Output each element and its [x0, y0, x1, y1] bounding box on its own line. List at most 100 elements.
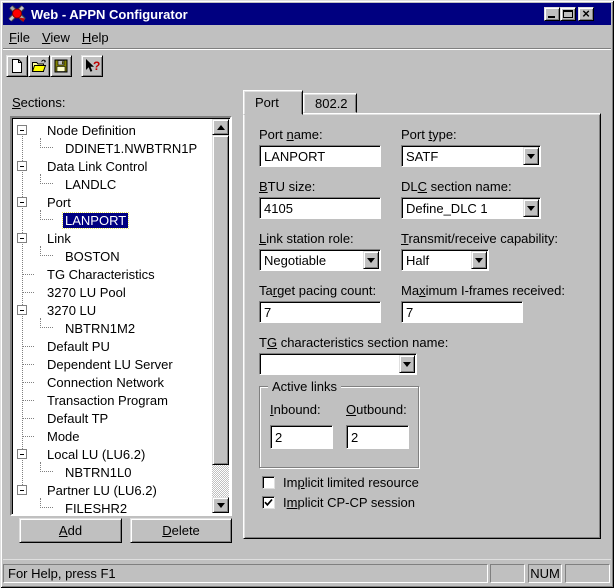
implicit-cpcp-session-checkbox[interactable] [262, 496, 275, 509]
tree-tick [22, 292, 34, 293]
dropdown-button[interactable] [471, 251, 487, 269]
tree-item-selected[interactable]: LANPORT [13, 211, 212, 229]
status-message: For Help, press F1 [3, 564, 488, 583]
save-button[interactable] [50, 55, 72, 77]
help-arrow-icon: ? [83, 58, 101, 74]
tree-tick [22, 418, 34, 419]
tree-item[interactable]: 3270 LU Pool [13, 283, 212, 301]
tree-item[interactable]: NBTRN1L0 [13, 463, 212, 481]
tg-characteristics-select[interactable] [259, 353, 417, 375]
tree-item[interactable]: Link [13, 229, 212, 247]
port-type-select[interactable]: SATF [401, 145, 541, 167]
tree-item[interactable]: Node Definition [13, 121, 212, 139]
tree-item[interactable]: LANDLC [13, 175, 212, 193]
tree-scrollbar[interactable] [212, 119, 229, 513]
tree-item[interactable]: Default TP [13, 409, 212, 427]
dlc-section-name-label: DLC section name: [401, 180, 512, 193]
outbound-input[interactable]: 2 [346, 425, 409, 449]
active-links-group: Active links Inbound: Outbound: 2 2 [259, 386, 419, 468]
tab-port[interactable]: Port [243, 90, 303, 115]
menu-view[interactable]: View [36, 27, 76, 48]
tree-item[interactable]: Mode [13, 427, 212, 445]
tree-item[interactable]: DDINET1.NWBTRN1P [13, 139, 212, 157]
context-help-button[interactable]: ? [81, 55, 103, 77]
dropdown-button[interactable] [399, 355, 415, 373]
collapse-icon[interactable] [17, 197, 27, 207]
tree-tick [22, 274, 34, 275]
collapse-icon[interactable] [17, 125, 27, 135]
open-button[interactable] [28, 55, 50, 77]
tree-item[interactable]: FILESHR2 [13, 499, 212, 513]
tree-elbow [40, 462, 53, 472]
tree-tick [22, 382, 34, 383]
collapse-icon[interactable] [17, 449, 27, 459]
tree-item[interactable]: Default PU [13, 337, 212, 355]
arrow-down-icon [367, 258, 375, 263]
port-type-label: Port type: [401, 128, 457, 141]
implicit-limited-resource-checkbox[interactable] [262, 476, 275, 489]
app-icon [7, 4, 27, 24]
scrollbar-thumb[interactable] [212, 135, 229, 465]
implicit-limited-resource-row: Implicit limited resource [262, 476, 419, 489]
arrow-down-icon [475, 258, 483, 263]
tree-item[interactable]: Transaction Program [13, 391, 212, 409]
port-name-input[interactable]: LANPORT [259, 145, 381, 167]
menu-help[interactable]: Help [76, 27, 115, 48]
tree-elbow [40, 174, 53, 184]
tree-tick [22, 436, 34, 437]
app-window: Web - APPN Configurator × File View Help [0, 0, 614, 588]
implicit-limited-resource-label: Implicit limited resource [283, 476, 419, 489]
dropdown-button[interactable] [363, 251, 379, 269]
transmit-receive-select[interactable]: Half [401, 249, 489, 271]
tree-item[interactable]: Partner LU (LU6.2) [13, 481, 212, 499]
dropdown-button[interactable] [523, 147, 539, 165]
arrow-down-icon [527, 154, 535, 159]
close-button[interactable]: × [578, 7, 594, 21]
tree-item[interactable]: Data Link Control [13, 157, 212, 175]
link-station-role-select[interactable]: Negotiable [259, 249, 381, 271]
tree-item[interactable]: Connection Network [13, 373, 212, 391]
maximize-button[interactable] [560, 7, 576, 21]
save-floppy-icon [53, 58, 69, 74]
tab-8022[interactable]: 802.2 [303, 93, 357, 113]
outbound-label: Outbound: [346, 403, 407, 416]
tree-item[interactable]: Port [13, 193, 212, 211]
menu-bar: File View Help [3, 26, 611, 49]
tree-tick [22, 346, 34, 347]
arrow-down-icon [217, 503, 225, 508]
tree-item[interactable]: Dependent LU Server [13, 355, 212, 373]
dropdown-button[interactable] [523, 199, 539, 217]
scroll-down-button[interactable] [212, 497, 229, 513]
tg-characteristics-label: TG characteristics section name: [259, 336, 448, 349]
add-button[interactable]: Add [19, 518, 122, 543]
tree-item[interactable]: TG Characteristics [13, 265, 212, 283]
tree-item[interactable]: BOSTON [13, 247, 212, 265]
tree-item[interactable]: 3270 LU [13, 301, 212, 319]
active-links-title: Active links [268, 380, 341, 393]
scroll-up-button[interactable] [212, 119, 229, 135]
btu-size-label: BTU size: [259, 180, 315, 193]
toolbar: ? [3, 52, 611, 79]
max-iframes-received-input[interactable]: 7 [401, 301, 523, 323]
new-button[interactable] [6, 55, 28, 77]
status-bar: For Help, press F1 NUM [3, 559, 611, 585]
inbound-input[interactable]: 2 [270, 425, 333, 449]
close-icon: × [579, 7, 593, 20]
svg-text:?: ? [93, 59, 100, 73]
collapse-icon[interactable] [17, 485, 27, 495]
collapse-icon[interactable] [17, 233, 27, 243]
menu-file[interactable]: File [3, 27, 36, 48]
minimize-button[interactable] [544, 7, 560, 21]
tree-item[interactable]: Local LU (LU6.2) [13, 445, 212, 463]
target-pacing-count-input[interactable]: 7 [259, 301, 381, 323]
tree-item[interactable]: NBTRN1M2 [13, 319, 212, 337]
collapse-icon[interactable] [17, 305, 27, 315]
new-document-icon [9, 58, 25, 74]
delete-button[interactable]: Delete [130, 518, 232, 543]
btu-size-input[interactable]: 4105 [259, 197, 381, 219]
port-name-label: Port name: [259, 128, 323, 141]
status-num-indicator: NUM [528, 564, 562, 583]
scrollbar-track[interactable] [212, 465, 229, 497]
dlc-section-name-select[interactable]: Define_DLC 1 [401, 197, 541, 219]
collapse-icon[interactable] [17, 161, 27, 171]
